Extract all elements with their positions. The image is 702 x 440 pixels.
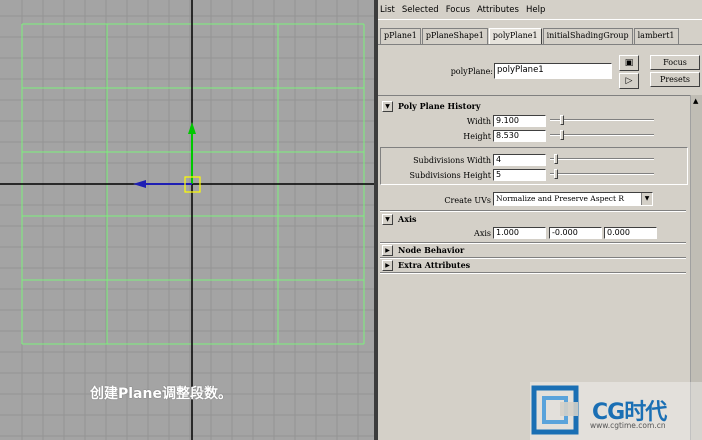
subdiv-height-field[interactable]: 5 — [493, 169, 546, 181]
section-extra-attributes[interactable]: ▶ Extra Attributes — [380, 259, 686, 272]
width-label: Width — [466, 117, 491, 126]
menu-attributes[interactable]: Attributes — [477, 5, 519, 15]
node-name-field[interactable]: polyPlane1 — [494, 63, 612, 79]
presets-button[interactable]: Presets — [650, 72, 700, 87]
subdiv-height-label-row: Subdivisions Height — [380, 169, 491, 182]
tab-polyplane1[interactable]: polyPlane1 — [488, 28, 542, 44]
section-poly-plane-history[interactable]: ▼ Poly Plane History — [380, 100, 686, 113]
section-divider — [380, 272, 686, 274]
section-title: Poly Plane History — [398, 101, 481, 111]
width-label-row: Width — [380, 115, 491, 128]
subdiv-width-field[interactable]: 4 — [493, 154, 546, 166]
section-node-behavior[interactable]: ▶ Node Behavior — [380, 244, 686, 257]
focus-button[interactable]: Focus — [650, 55, 700, 70]
height-slider[interactable] — [550, 130, 654, 140]
subdiv-width-slider[interactable] — [550, 154, 654, 164]
height-slider-thumb[interactable] — [560, 130, 564, 140]
create-uvs-dropdown[interactable]: Normalize and Preserve Aspect R ▼ — [493, 192, 653, 206]
tab-initialshadinggroup[interactable]: initialShadingGroup — [542, 28, 633, 44]
menu-help[interactable]: Help — [526, 5, 545, 15]
output-connection-icon: ▷ — [625, 76, 633, 86]
viewport-scene — [0, 0, 374, 440]
tab-divider — [378, 44, 702, 45]
tab-pplane1[interactable]: pPlane1 — [380, 28, 421, 44]
select-output-button[interactable]: ▷ — [619, 73, 639, 89]
width-field[interactable]: 9.100 — [493, 115, 546, 127]
select-input-button[interactable]: ▣ — [619, 55, 639, 71]
create-uvs-label-row: Create UVs — [380, 194, 491, 207]
height-label: Height — [463, 132, 491, 141]
node-name-row: polyPlane: polyPlane1 — [378, 62, 618, 80]
section-title: Extra Attributes — [398, 260, 471, 270]
axis-label-row: Axis — [380, 227, 491, 240]
menu-focus[interactable]: Focus — [446, 5, 470, 15]
background-grid — [0, 0, 374, 440]
subdiv-width-label-row: Subdivisions Width — [380, 154, 491, 167]
logo-mark-gap — [560, 402, 578, 416]
axis-x-field[interactable]: 1.000 — [493, 227, 546, 239]
menu-list[interactable]: List — [380, 5, 395, 15]
subdiv-width-slider-thumb[interactable] — [554, 154, 558, 164]
subdiv-width-label: Subdivisions Width — [413, 156, 491, 165]
section-title: Node Behavior — [398, 245, 465, 255]
width-slider[interactable] — [550, 115, 654, 125]
axis-y-field[interactable]: -0.000 — [549, 227, 602, 239]
height-field[interactable]: 8.530 — [493, 130, 546, 142]
axis-z-field[interactable]: 0.000 — [604, 227, 657, 239]
scroll-up-arrow-icon[interactable]: ▲ — [693, 97, 698, 105]
node-tabs: pPlane1 pPlaneShape1 polyPlane1 initialS… — [380, 28, 680, 44]
expand-triangle-icon[interactable]: ▶ — [382, 260, 393, 271]
collapse-triangle-icon[interactable]: ▼ — [382, 214, 393, 225]
manip-x-arrow-icon[interactable] — [133, 180, 146, 188]
subdiv-height-label: Subdivisions Height — [409, 171, 491, 180]
node-name-label: polyPlane: — [450, 67, 493, 76]
section-divider — [380, 210, 686, 212]
viewport-caption: 创建Plane调整段数。 — [90, 386, 232, 402]
attribute-editor: List Selected Focus Attributes Help pPla… — [378, 0, 702, 440]
expand-triangle-icon[interactable]: ▶ — [382, 245, 393, 256]
tab-pplaneshape1[interactable]: pPlaneShape1 — [421, 28, 488, 44]
create-uvs-value: Normalize and Preserve Aspect R — [496, 194, 625, 203]
axis-label: Axis — [474, 229, 491, 238]
manip-y-arrow-icon[interactable] — [188, 122, 196, 134]
create-uvs-label: Create UVs — [444, 196, 491, 205]
height-label-row: Height — [380, 130, 491, 143]
input-connection-icon: ▣ — [624, 58, 634, 68]
collapse-triangle-icon[interactable]: ▼ — [382, 101, 393, 112]
menubar: List Selected Focus Attributes Help — [378, 0, 702, 20]
subdiv-height-slider[interactable] — [550, 169, 654, 179]
section-title: Axis — [398, 214, 417, 224]
subdiv-height-slider-thumb[interactable] — [554, 169, 558, 179]
section-axis[interactable]: ▼ Axis — [380, 213, 686, 226]
width-slider-thumb[interactable] — [560, 115, 564, 125]
logo-url: www.cgtime.com.cn — [590, 421, 666, 430]
viewport-3d[interactable]: 创建Plane调整段数。 — [0, 0, 374, 440]
menu-selected[interactable]: Selected — [402, 5, 439, 15]
tab-lambert1[interactable]: lambert1 — [633, 28, 679, 44]
chevron-down-icon[interactable]: ▼ — [641, 193, 652, 205]
